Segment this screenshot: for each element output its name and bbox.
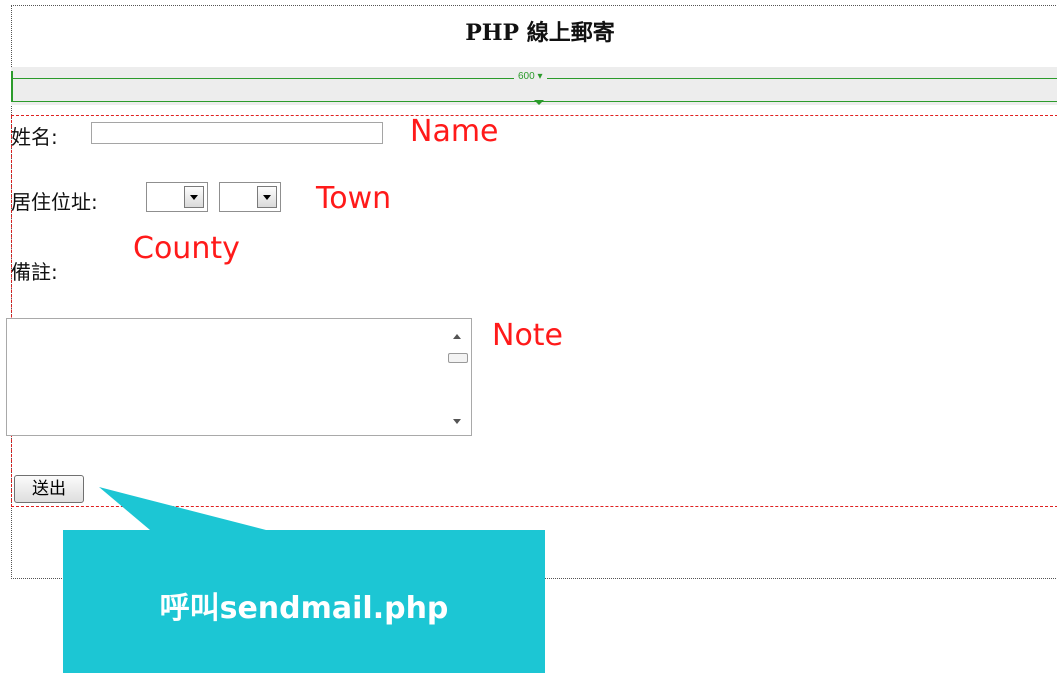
callout-text: 呼叫sendmail.php: [159, 590, 449, 626]
